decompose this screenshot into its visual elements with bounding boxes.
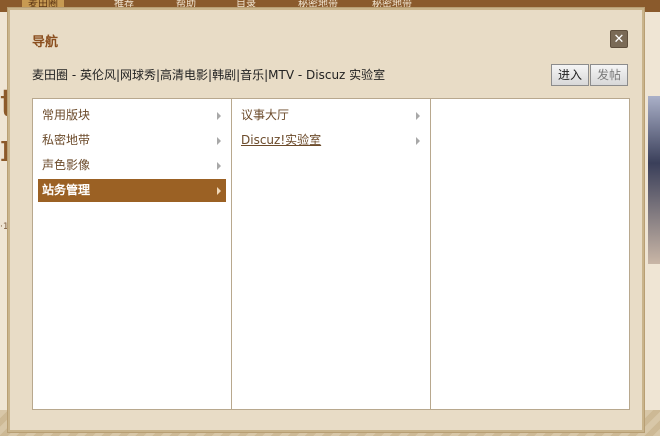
forum-columns: 常用版块 私密地带 声色影像 站务管理 议事大厅 Discuz!实验室 [32, 98, 630, 410]
column-subforums [431, 99, 629, 409]
chevron-right-icon [416, 112, 420, 120]
chevron-right-icon [217, 112, 221, 120]
close-button[interactable]: ✕ [610, 30, 628, 48]
list-item-label: Discuz!实验室 [241, 133, 322, 147]
forum-path: 麦田圈 - 英伦风|网球秀|高清电影|韩剧|音乐|MTV - Discuz 实验… [32, 68, 386, 82]
list-item[interactable]: 私密地带 [38, 129, 226, 152]
column-forums: 议事大厅 Discuz!实验室 [232, 99, 431, 409]
column-categories: 常用版块 私密地带 声色影像 站务管理 [33, 99, 232, 409]
close-icon: ✕ [613, 32, 625, 47]
chevron-right-icon [217, 137, 221, 145]
background-image [648, 96, 660, 264]
list-item-label: 声色影像 [42, 158, 91, 172]
list-item-label: 常用版块 [42, 108, 91, 122]
enter-button[interactable]: 进入 [550, 64, 589, 86]
list-item[interactable]: Discuz!实验室 [237, 129, 425, 152]
list-item[interactable]: 议事大厅 [237, 104, 425, 127]
chevron-right-icon [217, 187, 221, 195]
list-item[interactable]: 声色影像 [38, 154, 226, 177]
dialog-actions: 进入 发帖 [550, 64, 628, 86]
list-item-label: 站务管理 [42, 183, 91, 197]
list-item-label: 私密地带 [42, 133, 91, 147]
chevron-right-icon [217, 162, 221, 170]
list-item-selected[interactable]: 站务管理 [38, 179, 226, 202]
list-item[interactable]: 常用版块 [38, 104, 226, 127]
dialog-title: 导航 [32, 35, 59, 50]
chevron-right-icon [416, 137, 420, 145]
post-button[interactable]: 发帖 [589, 64, 628, 86]
list-item-label: 议事大厅 [241, 108, 290, 122]
navigation-dialog: 导航 ✕ 麦田圈 - 英伦风|网球秀|高清电影|韩剧|音乐|MTV - Disc… [8, 8, 644, 432]
